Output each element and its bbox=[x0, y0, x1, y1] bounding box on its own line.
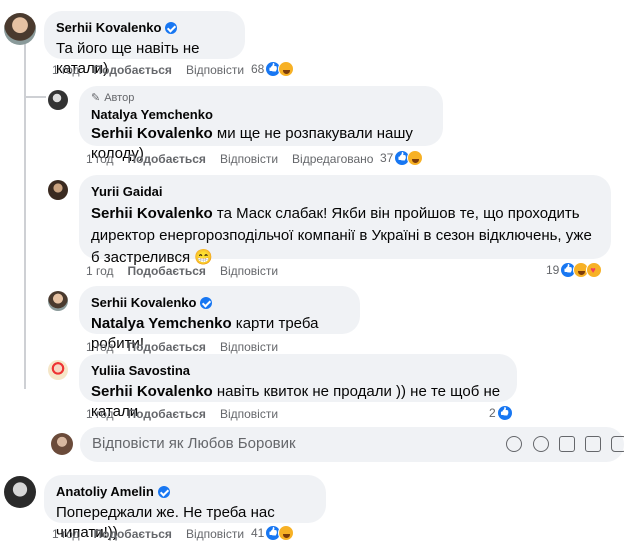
mention-link[interactable]: Serhii Kovalenko bbox=[91, 205, 213, 222]
comment-actions: 1 год Подобається Відповісти bbox=[52, 62, 244, 78]
avatar[interactable] bbox=[48, 291, 68, 311]
avatar[interactable] bbox=[4, 13, 36, 45]
comment-time[interactable]: 1 год bbox=[86, 339, 114, 355]
comment-time[interactable]: 1 год bbox=[86, 406, 114, 422]
reaction-count: 68 bbox=[251, 62, 265, 76]
pencil-icon: ✎ bbox=[91, 92, 101, 104]
comment-time[interactable]: 1 год bbox=[86, 151, 114, 167]
comment-text: Serhii Kovalenko та Маск слабак! Якби ві… bbox=[91, 205, 592, 266]
author-tag: ✎ Автор bbox=[91, 91, 135, 105]
reaction-count: 41 bbox=[251, 526, 265, 540]
reaction-count: 19 bbox=[546, 263, 560, 277]
comment-bubble: ✎ Автор Natalya Yemchenko Serhii Kovalenk… bbox=[79, 86, 443, 162]
haha-reaction-icon bbox=[278, 525, 295, 541]
comment-author[interactable]: Natalya Yemchenko bbox=[91, 107, 213, 123]
reactions[interactable]: 19 bbox=[546, 262, 603, 278]
comment-bubble: Anatoliy Amelin Попереджали же. Не треба… bbox=[44, 475, 326, 541]
comment-author[interactable]: Serhii Kovalenko bbox=[56, 20, 178, 36]
verified-badge-icon bbox=[200, 297, 213, 309]
like-button[interactable]: Подобається bbox=[94, 62, 172, 78]
comment-author[interactable]: Anatoliy Amelin bbox=[56, 484, 170, 500]
haha-reaction-icon bbox=[278, 61, 295, 77]
verified-badge-icon bbox=[157, 486, 170, 498]
comment-time[interactable]: 1 год bbox=[52, 62, 80, 78]
comment-author[interactable]: Yurii Gaidai bbox=[91, 184, 163, 200]
comment-actions: 1 год Подобається Відповісти bbox=[86, 263, 278, 279]
reaction-count: 37 bbox=[380, 151, 394, 165]
edited-label[interactable]: Відредаговано bbox=[292, 151, 373, 167]
avatar-sticker-icon[interactable] bbox=[506, 436, 522, 452]
verified-badge-icon bbox=[165, 22, 178, 34]
comment-bubble: Serhii Kovalenko Та його ще навіть не ка… bbox=[44, 11, 245, 77]
comment-author[interactable]: Yuliia Savostina bbox=[91, 363, 190, 379]
comment-bubble: Serhii Kovalenko Natalya Yemchenko карти… bbox=[79, 286, 360, 352]
reply-button[interactable]: Відповісти bbox=[186, 526, 244, 542]
comment-actions: 1 год Подобається Відповісти bbox=[86, 339, 278, 355]
reply-button[interactable]: Відповісти bbox=[186, 62, 244, 78]
like-button[interactable]: Подобається bbox=[128, 406, 206, 422]
reactions[interactable]: 2 bbox=[489, 405, 513, 421]
comment-author[interactable]: Serhii Kovalenko bbox=[91, 295, 213, 311]
avatar[interactable] bbox=[4, 476, 36, 508]
reaction-count: 2 bbox=[489, 406, 496, 420]
mention-link[interactable]: Serhii Kovalenko bbox=[91, 125, 213, 142]
reactions[interactable]: 37 bbox=[380, 150, 424, 166]
emoji-icon[interactable] bbox=[533, 436, 549, 452]
like-reaction-icon bbox=[496, 405, 513, 421]
mention-link[interactable]: Natalya Yemchenko bbox=[91, 315, 232, 332]
comment-time[interactable]: 1 год bbox=[86, 263, 114, 279]
reply-button[interactable]: Відповісти bbox=[220, 263, 278, 279]
avatar[interactable] bbox=[48, 90, 68, 110]
reply-button[interactable]: Відповісти bbox=[220, 406, 278, 422]
care-reaction-icon bbox=[586, 262, 603, 278]
current-user-avatar[interactable] bbox=[51, 433, 73, 455]
camera-icon[interactable] bbox=[559, 436, 575, 452]
mention-link[interactable]: Serhii Kovalenko bbox=[91, 383, 213, 400]
avatar[interactable] bbox=[48, 180, 68, 200]
like-button[interactable]: Подобається bbox=[128, 339, 206, 355]
like-button[interactable]: Подобається bbox=[128, 151, 206, 167]
reply-input[interactable]: Відповісти як Любов Боровик bbox=[80, 427, 624, 462]
like-button[interactable]: Подобається bbox=[94, 526, 172, 542]
reply-button[interactable]: Відповісти bbox=[220, 339, 278, 355]
reactions[interactable]: 68 bbox=[251, 61, 295, 77]
gif-icon[interactable] bbox=[585, 436, 601, 452]
reactions[interactable]: 41 bbox=[251, 525, 295, 541]
comment-bubble: Yurii Gaidai Serhii Kovalenko та Маск сл… bbox=[79, 175, 611, 266]
comment-bubble: Yuliia Savostina Serhii Kovalenko навіть… bbox=[79, 354, 517, 420]
comment-actions: 1 год Подобається Відповісти bbox=[52, 526, 244, 542]
like-button[interactable]: Подобається bbox=[128, 263, 206, 279]
thread-line-branch bbox=[24, 96, 46, 98]
haha-reaction-icon bbox=[407, 150, 424, 166]
comment-time[interactable]: 1 год bbox=[52, 526, 80, 542]
sticker-icon[interactable] bbox=[611, 436, 624, 452]
reply-placeholder: Відповісти як Любов Боровик bbox=[92, 435, 296, 452]
reply-button[interactable]: Відповісти bbox=[220, 151, 278, 167]
comment-actions: 1 год Подобається Відповісти Відредагова… bbox=[86, 151, 373, 167]
comment-actions: 1 год Подобається Відповісти bbox=[86, 406, 278, 422]
avatar[interactable] bbox=[48, 360, 68, 380]
